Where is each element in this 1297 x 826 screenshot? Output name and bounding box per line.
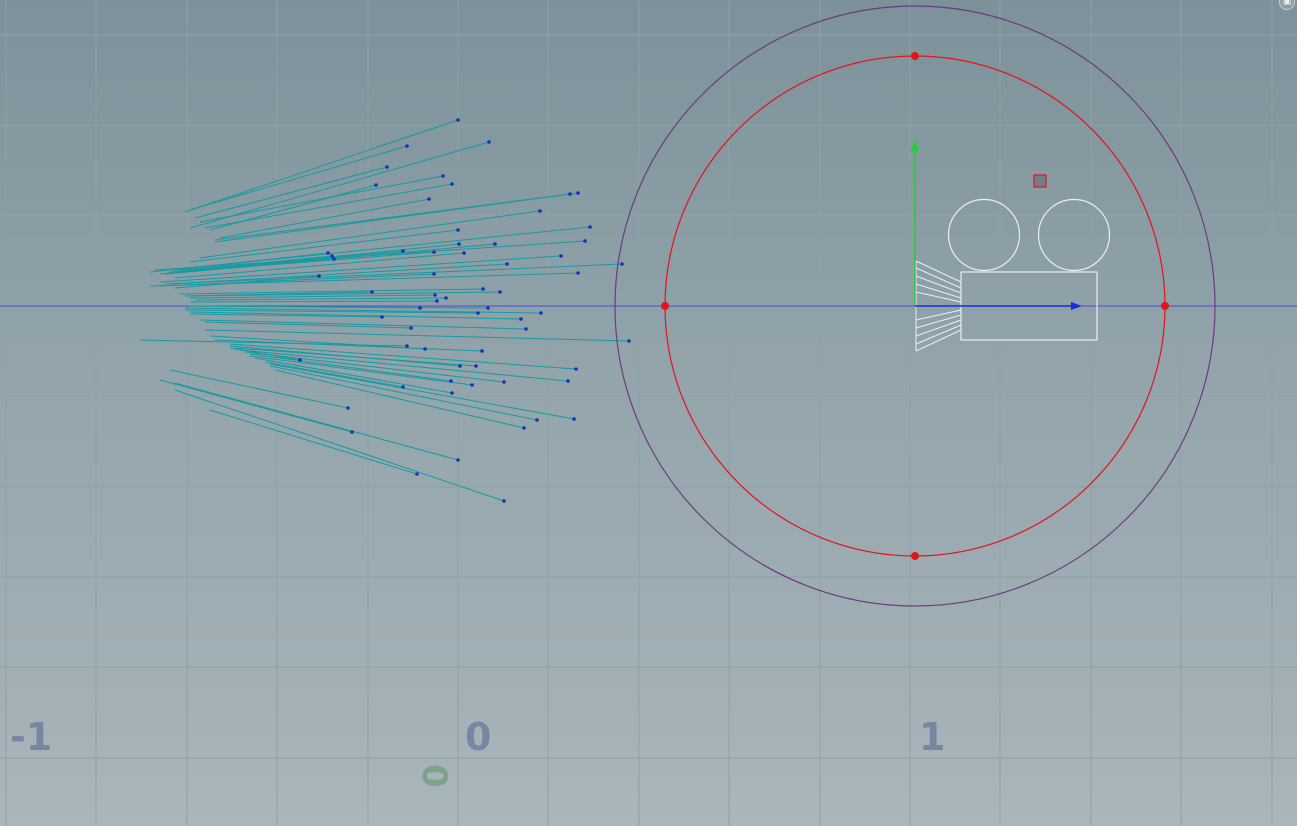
ray-endpoint (350, 430, 354, 434)
ray-endpoint (418, 306, 422, 310)
ray-endpoint (476, 311, 480, 315)
ray-endpoint (433, 293, 437, 297)
forward-vector-arrow[interactable] (915, 302, 1082, 310)
ray-endpoint (576, 191, 580, 195)
movie-camera-icon[interactable] (915, 198, 1111, 352)
ray-endpoint (574, 367, 578, 371)
ray-endpoint (502, 499, 506, 503)
camera-reel-right (1037, 198, 1111, 272)
ray-endpoint (317, 274, 321, 278)
ray-endpoint (480, 349, 484, 353)
ray-endpoint (458, 364, 462, 368)
ray-endpoint (346, 406, 350, 410)
ray-endpoint (415, 472, 419, 476)
ray-endpoint (493, 242, 497, 246)
ray-endpoint (620, 262, 624, 266)
circle-handle-right[interactable] (1161, 302, 1169, 310)
ray-line (184, 119, 459, 213)
ray-endpoint (539, 311, 543, 315)
ray-line (199, 319, 527, 330)
ray-endpoint (566, 379, 570, 383)
camera-reel-left (947, 198, 1021, 272)
ray-endpoint (432, 250, 436, 254)
up-vector-arrow[interactable] (911, 139, 919, 306)
ray-endpoint (401, 385, 405, 389)
ray-line (189, 145, 408, 211)
ray-endpoint (332, 257, 336, 261)
circle-handle-left[interactable] (661, 302, 669, 310)
ray-endpoint (405, 144, 409, 148)
ray-endpoint (432, 272, 436, 276)
ray-endpoint (423, 347, 427, 351)
ray-bundle (139, 119, 630, 502)
ray-endpoint (435, 299, 439, 303)
ray-endpoint (449, 379, 453, 383)
ray-endpoint (456, 118, 460, 122)
viewport-3d[interactable]: 0 -1 0 1 ▣ (0, 0, 1297, 826)
ray-line (274, 369, 525, 429)
ray-endpoint (487, 140, 491, 144)
ray-line (194, 297, 447, 301)
ray-endpoint (568, 192, 572, 196)
ray-endpoint (486, 306, 490, 310)
ray-endpoint (470, 383, 474, 387)
axis-label-one: 1 (919, 715, 946, 759)
ray-line (174, 382, 459, 461)
ray-endpoint (456, 458, 460, 462)
grid (0, 0, 1297, 826)
light-handle[interactable] (1033, 174, 1047, 188)
ray-endpoint (627, 339, 631, 343)
axis-label-minus-one: -1 (10, 715, 53, 759)
ray-endpoint (474, 364, 478, 368)
ray-endpoint (522, 426, 526, 430)
ray-endpoint (444, 296, 448, 300)
ray-endpoint (505, 262, 509, 266)
ray-endpoint (409, 326, 413, 330)
ray-endpoint (401, 249, 405, 253)
scene-canvas[interactable]: 0 (0, 0, 1297, 826)
origin-marker: 0 (414, 764, 454, 788)
ray-endpoint (427, 197, 431, 201)
ray-endpoint (380, 315, 384, 319)
ray-endpoint (330, 254, 334, 258)
ray-line (169, 255, 333, 273)
ray-endpoint (441, 174, 445, 178)
ray-endpoint (538, 209, 542, 213)
ray-endpoint (456, 228, 460, 232)
ray-endpoint (559, 254, 563, 258)
ray-line (254, 357, 453, 394)
ray-line (199, 210, 541, 259)
ray-endpoint (385, 165, 389, 169)
ray-endpoint (326, 251, 330, 255)
circle-handle-top[interactable] (911, 52, 919, 60)
ray-endpoint (572, 417, 576, 421)
ray-endpoint (502, 380, 506, 384)
ray-endpoint (481, 287, 485, 291)
ray-endpoint (498, 290, 502, 294)
ray-endpoint (405, 344, 409, 348)
circle-handle-bottom[interactable] (911, 552, 919, 560)
ray-endpoint (535, 418, 539, 422)
axis-label-zero: 0 (465, 715, 492, 759)
ray-endpoint (374, 183, 378, 187)
ray-endpoint (450, 391, 454, 395)
ray-endpoint (462, 251, 466, 255)
ray-endpoint (457, 242, 461, 246)
ray-line (189, 300, 438, 303)
ray-endpoint (583, 239, 587, 243)
ray-endpoint (588, 225, 592, 229)
ray-endpoint (298, 358, 302, 362)
ray-endpoint (450, 182, 454, 186)
ray-endpoint (524, 327, 528, 331)
ray-endpoint (370, 290, 374, 294)
ray-line (209, 409, 418, 475)
ray-endpoint (576, 271, 580, 275)
ray-endpoint (519, 317, 523, 321)
